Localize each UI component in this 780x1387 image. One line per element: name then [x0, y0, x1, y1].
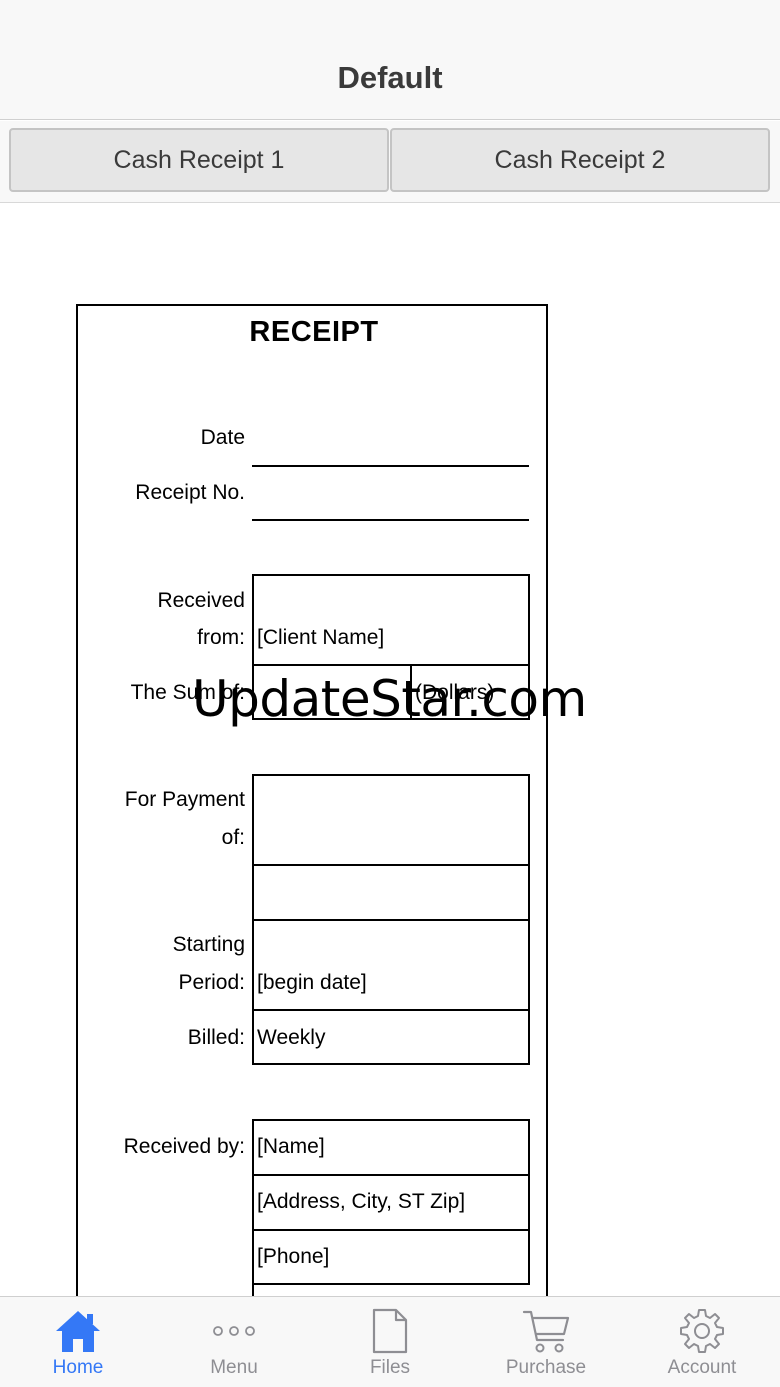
navigation-header: Default: [0, 0, 780, 120]
cash-receipt-2-button[interactable]: Cash Receipt 2: [390, 128, 770, 192]
gear-icon: [678, 1307, 726, 1355]
tab-home-label: Home: [52, 1357, 104, 1378]
receipt-title: RECEIPT: [249, 316, 379, 348]
file-icon: [372, 1307, 408, 1355]
tab-account[interactable]: Account: [624, 1297, 780, 1387]
name-value: [Name]: [257, 1135, 325, 1158]
date-label: Date: [200, 426, 245, 449]
tab-files[interactable]: Files: [312, 1297, 468, 1387]
receipt-no-label: Receipt No.: [135, 481, 245, 504]
date-line: [252, 465, 529, 467]
cash-receipt-1-button[interactable]: Cash Receipt 1: [9, 128, 389, 192]
page-title: Default: [337, 60, 443, 95]
home-icon: [54, 1307, 102, 1355]
payment-divider-3: [252, 1009, 530, 1011]
address-value: [Address, City, ST Zip]: [257, 1190, 466, 1213]
received-by-tail-line: [252, 1283, 254, 1296]
received-from-label-1: Received: [157, 589, 245, 612]
receipt-document: RECEIPT Date Receipt No. Received from: …: [76, 304, 548, 1296]
tab-purchase[interactable]: Purchase: [468, 1297, 624, 1387]
billed-label: Billed:: [187, 1026, 245, 1049]
tab-bar: Home Menu Files Purchase Account: [0, 1296, 780, 1387]
document-preview[interactable]: RECEIPT Date Receipt No. Received from: …: [0, 204, 780, 1296]
received-by-divider-2: [252, 1229, 530, 1231]
payment-label-1: For Payment: [124, 788, 245, 811]
payment-divider-2: [252, 919, 530, 921]
starting-label-1: Starting: [172, 933, 245, 956]
tab-purchase-label: Purchase: [505, 1357, 587, 1378]
tab-account-label: Account: [667, 1357, 737, 1378]
watermark: UpdateStar.com: [192, 670, 587, 728]
tab-home[interactable]: Home: [0, 1297, 156, 1387]
starting-label-2: Period:: [178, 971, 245, 994]
received-from-label-2: from:: [197, 626, 245, 649]
phone-value: [Phone]: [257, 1245, 330, 1268]
tab-menu-label: Menu: [210, 1357, 258, 1378]
tab-menu[interactable]: Menu: [156, 1297, 312, 1387]
client-divider: [252, 664, 530, 666]
payment-divider-1: [252, 864, 530, 866]
received-by-label: Received by:: [123, 1135, 245, 1158]
payment-label-2: of:: [221, 826, 245, 849]
cart-icon: [522, 1307, 570, 1355]
template-selector: Cash Receipt 1 Cash Receipt 2: [0, 121, 780, 203]
client-name: [Client Name]: [257, 626, 385, 649]
receipt-no-line: [252, 519, 529, 521]
billed-value: Weekly: [257, 1026, 326, 1049]
begin-date: [begin date]: [257, 971, 367, 994]
received-by-divider-1: [252, 1174, 530, 1176]
tab-files-label: Files: [369, 1357, 411, 1378]
more-icon: [212, 1307, 256, 1355]
